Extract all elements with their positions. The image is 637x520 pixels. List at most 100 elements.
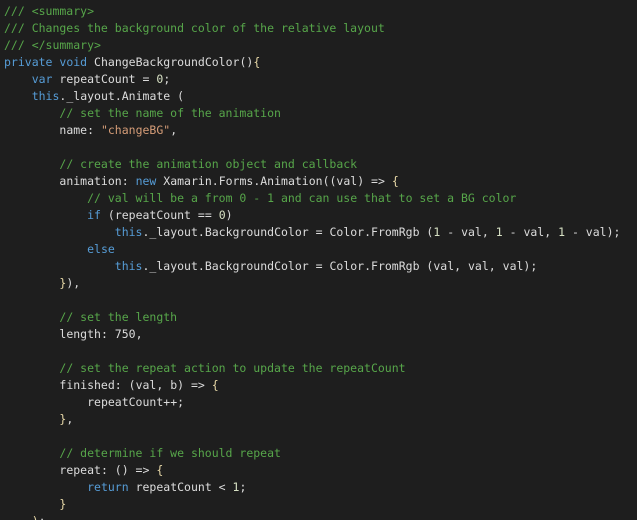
code-token-com: // set the repeat action to update the r… <box>59 361 406 375</box>
code-token-key: this <box>31 89 60 103</box>
code-token-op: ); <box>606 225 621 239</box>
code-token-key: else <box>87 242 115 256</box>
code-token-op <box>4 174 59 188</box>
code-token-op: ( <box>100 208 115 222</box>
code-token-id: repeatCount <box>135 480 212 494</box>
code-token-op <box>4 89 32 103</box>
code-token-op: ) => <box>177 378 212 392</box>
code-token-op: ) <box>225 208 233 222</box>
code-token-op: , <box>481 225 496 239</box>
code-line: /// <summary> <box>4 3 637 20</box>
code-line: }), <box>4 275 637 292</box>
code-token-op: = <box>135 72 157 86</box>
code-line: this._layout.BackgroundColor = Color.Fro… <box>4 258 637 275</box>
code-token-op: , <box>66 412 74 426</box>
code-token-com: // determine if we should repeat <box>59 446 281 460</box>
code-token-op <box>4 327 59 341</box>
code-token-id: Color <box>329 225 365 239</box>
code-token-op <box>4 480 87 494</box>
code-token-com: // set the name of the animation <box>59 106 281 120</box>
code-token-id: val <box>433 259 455 273</box>
code-viewer[interactable]: /// <summary> /// Changes the background … <box>0 0 637 520</box>
code-line: repeat: () => { <box>4 462 637 479</box>
code-token-op: , <box>454 259 468 273</box>
code-line: ); <box>4 513 637 520</box>
code-line: // set the name of the animation <box>4 105 637 122</box>
code-token-com: // set the length <box>59 310 178 324</box>
code-token-id: val <box>523 225 545 239</box>
code-line: finished: (val, b) => { <box>4 377 637 394</box>
code-token-op <box>4 191 87 205</box>
code-token-op <box>4 310 59 324</box>
code-line: var repeatCount = 0; <box>4 71 637 88</box>
code-token-op <box>4 72 32 86</box>
code-token-key: var <box>31 72 53 86</box>
code-token-id: BackgroundColor <box>204 225 309 239</box>
code-token-op: ; <box>39 514 46 520</box>
code-line: } <box>4 496 637 513</box>
code-token-op: , <box>488 259 503 273</box>
code-token-id: repeatCount <box>114 208 191 222</box>
code-token-id: FromRgb <box>371 225 420 239</box>
code-token-op: = <box>308 225 330 239</box>
code-token-op <box>4 395 87 409</box>
code-token-op <box>4 514 32 520</box>
code-token-op <box>4 208 87 222</box>
code-token-brace: { <box>253 55 261 69</box>
code-token-key: this <box>114 259 143 273</box>
code-token-id: finished <box>59 378 115 392</box>
code-token-id: val <box>502 259 524 273</box>
code-token-op: - <box>565 225 586 239</box>
code-token-brace: } <box>59 497 67 511</box>
code-token-op: ( <box>419 225 434 239</box>
code-line: // determine if we should repeat <box>4 445 637 462</box>
code-line: // set the length <box>4 309 637 326</box>
code-token-key: if <box>87 208 101 222</box>
code-token-num: 1 <box>495 225 503 239</box>
code-token-op: ; <box>239 480 247 494</box>
code-token-id: val <box>468 259 489 273</box>
code-token-com: /// Changes the background color of the … <box>4 21 385 35</box>
code-token-com: // create the animation object and callb… <box>59 157 358 171</box>
code-token-op: : <box>121 174 136 188</box>
code-token-num: 0 <box>218 208 226 222</box>
code-token-op: . <box>364 259 372 273</box>
code-line: // val will be a from 0 - 1 and can use … <box>4 190 637 207</box>
code-token-op: ) => <box>357 174 392 188</box>
code-token-op <box>4 106 59 120</box>
code-line: private void ChangeBackgroundColor(){ <box>4 54 637 71</box>
code-token-id: 750 <box>114 327 136 341</box>
code-token-id: length <box>59 327 101 341</box>
code-token-op: : <box>100 327 115 341</box>
code-token-op: (( <box>322 174 337 188</box>
code-line: }, <box>4 411 637 428</box>
code-line: name: "changeBG", <box>4 122 637 139</box>
code-token-num: 1 <box>558 225 566 239</box>
code-token-com: /// <summary> <box>4 4 95 18</box>
code-token-op: ( <box>419 259 434 273</box>
code-token-id: _layout <box>149 225 198 239</box>
code-token-op: ); <box>523 259 538 273</box>
code-token-id: _layout <box>66 89 115 103</box>
code-token-key: private <box>4 55 53 69</box>
code-token-op: - <box>440 225 462 239</box>
code-token-op <box>4 242 87 256</box>
code-token-op: . <box>197 259 205 273</box>
code-token-op: . <box>211 174 219 188</box>
code-token-op: : () => <box>100 463 157 477</box>
code-line: if (repeatCount == 0) <box>4 207 637 224</box>
code-token-id: BackgroundColor <box>204 259 309 273</box>
code-line: this._layout.BackgroundColor = Color.Fro… <box>4 224 637 241</box>
code-token-op: . <box>364 225 372 239</box>
code-token-op: ++; <box>163 395 185 409</box>
code-token-op: ; <box>163 72 171 86</box>
code-line: animation: new Xamarin.Forms.Animation((… <box>4 173 637 190</box>
code-token-op: : ( <box>114 378 136 392</box>
code-token-op: , <box>135 327 143 341</box>
code-token-key: new <box>135 174 157 188</box>
code-token-op: . <box>114 89 122 103</box>
code-token-op <box>4 276 59 290</box>
